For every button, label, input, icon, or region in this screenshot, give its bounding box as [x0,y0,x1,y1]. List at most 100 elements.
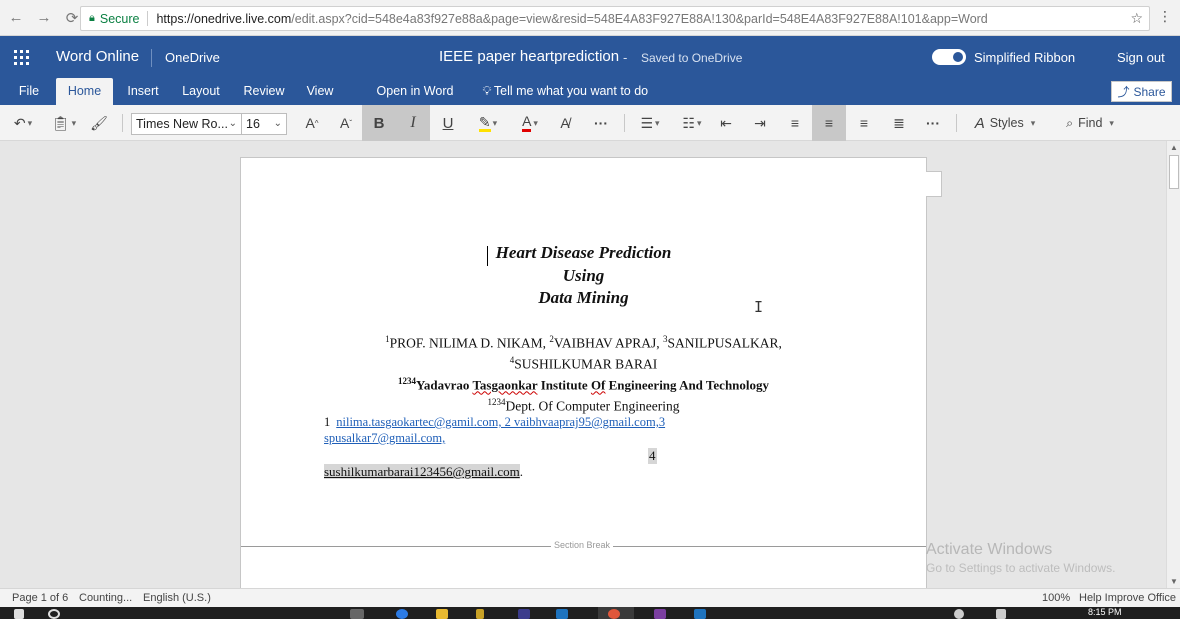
forward-arrow-icon[interactable]: → [32,6,56,30]
simplified-ribbon-toggle[interactable] [932,49,966,65]
increase-indent-icon[interactable]: ⇥ [746,105,774,141]
mail-icon[interactable] [556,609,568,619]
screen: ← → ⟳ 🔒︎ Secure https://onedrive.live.co… [0,0,1180,619]
search-icon: ⌕ [1066,115,1074,130]
app-launcher-icon[interactable] [14,50,29,65]
email-link-sushilkumar[interactable]: sushilkumarbarai123456@gmail.com [324,464,520,479]
help-improve-office[interactable]: Help Improve Office [1079,592,1176,604]
activate-windows-subtitle: Go to Settings to activate Windows. [926,561,1116,575]
tab-file[interactable]: File [12,78,46,105]
more-font-options[interactable]: ··· [586,105,616,141]
chevron-down-icon: ▾ [1030,117,1036,128]
chrome-icon[interactable] [608,609,620,619]
justify-icon[interactable]: ≣ [884,105,914,141]
word-icon[interactable] [694,609,706,619]
document-title[interactable]: IEEE paper heartprediction [439,48,619,65]
tab-layout[interactable]: Layout [178,78,224,105]
windows-start-icon[interactable] [14,609,24,619]
language-indicator[interactable]: English (U.S.) [143,592,211,604]
find-button[interactable]: ⌕ Find ▾ [1054,105,1126,141]
font-size-select[interactable]: 16 ⌄ [241,113,287,135]
italic-button[interactable]: I [396,105,430,141]
underline-button[interactable]: U [432,105,464,141]
authors-line-1[interactable]: 1PROF. NILIMA D. NIKAM, 2VAIBHAV APRAJ, … [241,334,926,352]
email-link-spusalkar[interactable]: spusalkar7@gmail.com, [324,431,445,445]
department-line[interactable]: 1234Dept. Of Computer Engineering [241,397,926,415]
font-name-select[interactable]: Times New Ro... ⌄ [131,113,242,135]
styles-icon: A [974,114,985,132]
styles-label: Styles [989,116,1024,130]
document-canvas[interactable]: Heart Disease Prediction Using Data Mini… [0,141,1166,588]
search-icon[interactable] [48,609,60,619]
scroll-up-icon[interactable]: ▲ [1170,143,1178,152]
toolbar-divider [122,114,123,132]
tray-icon[interactable] [954,609,964,619]
more-paragraph-options[interactable]: ··· [918,105,948,141]
url-path: /edit.aspx?cid=548e4a83f927e88a&page=vie… [291,11,988,26]
tell-me-search[interactable]: Tell me what you want to do [492,78,650,105]
clear-formatting-icon[interactable]: A̸ [552,105,578,141]
emails-line-2[interactable]: spusalkar7@gmail.com, [324,431,445,446]
app-name[interactable]: Word Online [56,48,139,65]
tray-icon[interactable] [996,609,1006,619]
tab-view[interactable]: View [302,78,338,105]
back-arrow-icon[interactable]: ← [4,6,28,30]
chevron-down-icon: ⌄ [273,118,282,129]
page-count[interactable]: Page 1 of 6 [12,592,68,604]
align-center-icon[interactable]: ≡ [812,105,846,141]
bullets-icon[interactable]: ☰ ▾ [632,105,668,141]
store-icon[interactable] [476,609,484,619]
onedrive-link[interactable]: OneDrive [165,50,220,65]
sign-out-link[interactable]: Sign out [1117,50,1165,65]
chevron-down-icon: ⌄ [228,118,237,129]
address-bar[interactable]: 🔒︎ Secure https://onedrive.live.com /edi… [80,6,1150,31]
zoom-level[interactable]: 100% [1042,592,1070,604]
vertical-scrollbar[interactable]: ▲ ▼ [1166,141,1180,588]
shrink-font-button[interactable]: Aˇ [332,105,360,141]
browser-toolbar: ← → ⟳ 🔒︎ Secure https://onedrive.live.co… [0,0,1180,36]
bold-button[interactable]: B [362,105,396,141]
email-links[interactable]: nilima.tasgaokartec@gamil.com, 2 vaibhva… [336,415,665,429]
scroll-down-icon[interactable]: ▼ [1170,577,1178,586]
format-painter-icon[interactable]: 🖌︎ [86,105,112,141]
styles-button[interactable]: A Styles ▾ [966,105,1044,141]
email-line-3[interactable]: sushilkumarbarai123456@gmail.com. [324,464,523,480]
align-left-icon[interactable]: ≡ [780,105,810,141]
file-explorer-icon[interactable] [436,609,448,619]
highlight-color-button[interactable]: ✎ ▾ [470,105,506,141]
paste-icon[interactable]: 📋︎ ▾ [46,105,82,141]
authors-line-2[interactable]: 4SUSHILKUMAR BARAI [241,355,926,373]
scroll-thumb[interactable] [1169,155,1179,189]
author-number-four[interactable]: 4 [648,448,657,464]
grow-font-button[interactable]: A ^ [298,105,326,141]
status-bar: Page 1 of 6 Counting... English (U.S.) 1… [0,588,1180,607]
edge-icon[interactable] [396,609,408,619]
title-separator: - [623,50,628,65]
emails-line-1[interactable]: 1 nilima.tasgaokartec@gamil.com, 2 vaibhv… [324,415,665,430]
numbering-icon[interactable]: ☷ ▾ [674,105,710,141]
institute-line[interactable]: 1234Yadavrao Tasgaonkar Institute Of Eng… [241,376,926,393]
visual-studio-icon[interactable] [654,609,666,619]
word-count[interactable]: Counting... [79,592,132,604]
decrease-indent-icon[interactable]: ⇤ [712,105,740,141]
align-right-icon[interactable]: ≡ [848,105,880,141]
windows-taskbar: 8:15 PM [0,607,1180,619]
tab-insert[interactable]: Insert [122,78,164,105]
taskbar-clock[interactable]: 8:15 PM [1088,607,1122,617]
paper-title-line-3[interactable]: Data Mining [241,288,926,308]
bookmark-star-icon[interactable]: ☆ [1130,10,1143,27]
ribbon-tabs: File Home Insert Layout Review View Open… [0,78,1180,105]
app-icon[interactable] [518,609,530,619]
document-page[interactable]: Heart Disease Prediction Using Data Mini… [240,157,927,588]
font-color-button[interactable]: A ▾ [512,105,548,141]
undo-icon[interactable]: ↶ ▾ [6,105,40,141]
browser-menu-icon[interactable]: ⋮ [1158,9,1172,23]
tab-review[interactable]: Review [240,78,288,105]
font-size-value: 16 [246,117,260,131]
tab-open-in-word[interactable]: Open in Word [372,78,458,105]
paper-title-line-1[interactable]: Heart Disease Prediction [241,243,926,263]
task-view-icon[interactable] [350,609,364,619]
paper-title-line-2[interactable]: Using [241,266,926,286]
tab-home[interactable]: Home [56,78,113,105]
share-button[interactable]: ⤴ Share [1111,81,1172,102]
